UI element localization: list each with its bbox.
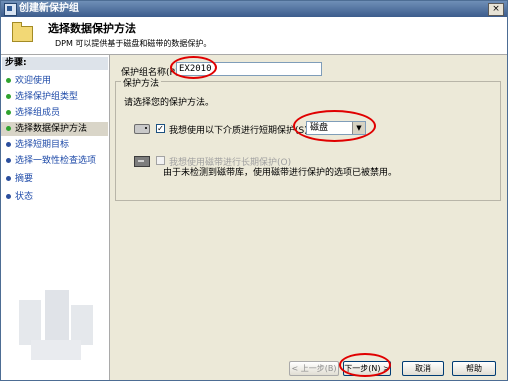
sidebar-item-label: 选择保护组类型 <box>15 92 79 102</box>
sidebar-item-label: 选择组成员 <box>15 108 61 118</box>
title-bar: 创建新保护组 × <box>1 1 507 17</box>
sidebar-item-label: 摘要 <box>15 174 34 184</box>
sidebar-item-label: 选择一致性检查选项 <box>15 156 97 166</box>
cancel-button[interactable]: 取消 <box>402 361 444 376</box>
help-button[interactable]: 帮助 <box>452 361 496 376</box>
protection-method-group: 保护方法 请选择您的保护方法。 ✓ 我想使用以下介质进行短期保护(S): 磁盘 … <box>115 76 501 201</box>
app-icon <box>4 3 17 16</box>
sidebar-item-status[interactable]: 状态 <box>1 190 108 204</box>
protection-method-legend: 保护方法 <box>121 76 162 89</box>
chevron-down-icon[interactable]: ▼ <box>352 122 365 134</box>
server-watermark-icon <box>19 290 93 360</box>
step-done-icon <box>6 94 11 99</box>
group-name-input[interactable]: EX2010 <box>176 62 322 76</box>
sidebar-item-label: 选择数据保护方法 <box>15 124 88 134</box>
page-title: 选择数据保护方法 <box>48 22 136 35</box>
tape-disabled-note: 由于未检测到磁带库，使用磁带进行保护的选项已被禁用。 <box>163 168 398 178</box>
long-term-checkbox[interactable] <box>156 156 165 165</box>
short-term-checkbox[interactable]: ✓ <box>156 124 165 133</box>
step-done-icon <box>6 78 11 83</box>
tape-icon <box>134 156 150 167</box>
sidebar-item-group-members[interactable]: 选择组成员 <box>1 106 108 120</box>
sidebar-item-summary[interactable]: 摘要 <box>1 172 108 186</box>
sidebar-item-protection-method[interactable]: 选择数据保护方法 <box>1 122 108 136</box>
step-pending-icon <box>6 194 11 199</box>
steps-heading: 步骤: <box>2 57 108 70</box>
step-current-icon <box>6 126 11 131</box>
sidebar-item-short-term-goals[interactable]: 选择短期目标 <box>1 138 108 152</box>
dialog-window: 创建新保护组 × 选择数据保护方法 DPM 可以提供基于磁盘和磁带的数据保护。 … <box>0 0 508 381</box>
back-button[interactable]: < 上一步(B) <box>289 361 339 376</box>
short-term-media-select[interactable]: 磁盘 ▼ <box>306 121 366 135</box>
main-content: 保护组名称(P): EX2010 保护方法 请选择您的保护方法。 ✓ 我想使用以… <box>110 55 507 380</box>
page-header: 选择数据保护方法 DPM 可以提供基于磁盘和磁带的数据保护。 <box>1 17 507 55</box>
step-pending-icon <box>6 142 11 147</box>
folder-icon <box>12 22 33 42</box>
step-done-icon <box>6 110 11 115</box>
sidebar-item-consistency-check[interactable]: 选择一致性检查选项 <box>1 154 108 168</box>
step-pending-icon <box>6 176 11 181</box>
next-button[interactable]: 下一步(N) > <box>343 361 391 376</box>
sidebar-item-group-type[interactable]: 选择保护组类型 <box>1 90 108 104</box>
sidebar-item-label: 选择短期目标 <box>15 140 70 150</box>
sidebar-item-label: 状态 <box>15 192 34 202</box>
method-prompt: 请选择您的保护方法。 <box>124 98 215 108</box>
short-term-label: 我想使用以下介质进行短期保护(S): <box>169 126 311 136</box>
window-title: 创建新保护组 <box>19 3 79 14</box>
page-subtitle: DPM 可以提供基于磁盘和磁带的数据保护。 <box>55 39 212 48</box>
sidebar-item-label: 欢迎使用 <box>15 76 52 86</box>
step-pending-icon <box>6 158 11 163</box>
media-select-value: 磁盘 <box>310 123 329 133</box>
button-bar: < 上一步(B) 下一步(N) > 取消 帮助 <box>110 359 507 380</box>
sidebar-item-welcome[interactable]: 欢迎使用 <box>1 74 108 88</box>
steps-sidebar: 步骤: 欢迎使用 选择保护组类型 选择组成员 选择数据保护方法 选择短期目标 选… <box>1 55 110 380</box>
close-button[interactable]: × <box>488 3 504 16</box>
disk-icon <box>134 124 150 134</box>
